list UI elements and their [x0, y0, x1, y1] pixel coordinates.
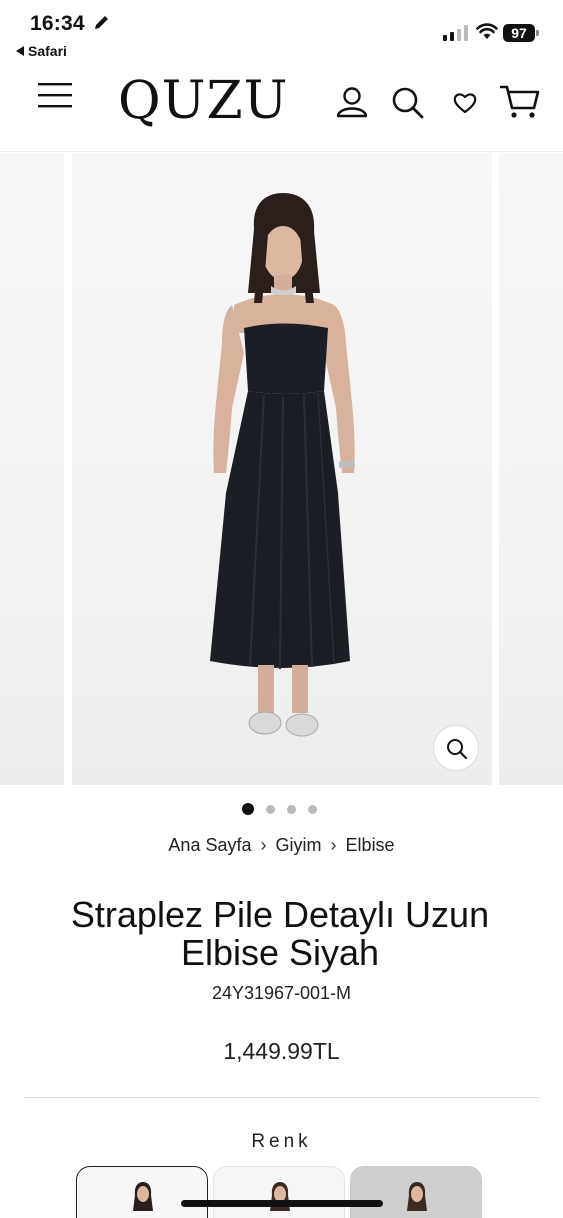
user-icon[interactable]	[336, 86, 368, 118]
breadcrumb-giyim[interactable]: Giyim	[276, 835, 322, 855]
carousel-dot-3[interactable]	[287, 804, 296, 814]
pencil-icon	[95, 16, 108, 29]
zoom-search-icon	[447, 739, 468, 760]
carousel-dot-2[interactable]	[266, 804, 275, 814]
battery-tip	[536, 30, 539, 36]
product-price: 1,449.99TL	[223, 1038, 340, 1064]
search-icon[interactable]	[391, 86, 425, 120]
gallery-prev-image[interactable]	[0, 153, 64, 785]
color-swatch-black[interactable]	[76, 1166, 208, 1218]
home-indicator[interactable]	[181, 1200, 383, 1207]
breadcrumb-separator: ›	[330, 835, 337, 855]
heart-icon[interactable]	[453, 92, 477, 114]
carousel-dot-1[interactable]	[242, 803, 254, 815]
color-section-label: Renk	[251, 1131, 312, 1152]
status-bar: 16:34 Safari 97	[0, 0, 563, 64]
breadcrumb-elbise[interactable]: Elbise	[346, 835, 395, 855]
battery-indicator: 97	[503, 24, 539, 42]
carousel-dots	[0, 801, 563, 817]
site-header: QUZU	[0, 64, 563, 152]
menu-icon[interactable]	[38, 82, 72, 108]
cart-icon[interactable]	[500, 84, 540, 120]
back-arrow-icon	[16, 46, 24, 56]
wifi-icon	[476, 23, 498, 39]
breadcrumb: Ana Sayfa › Giyim › Elbise	[0, 835, 563, 856]
back-app-label: Safari	[28, 43, 67, 59]
gallery-next-image[interactable]	[499, 153, 563, 785]
product-title: Straplez Pile Detaylı Uzun Elbise Siyah	[70, 894, 490, 973]
breadcrumb-home[interactable]: Ana Sayfa	[168, 835, 251, 855]
cellular-signal-icon	[443, 25, 468, 41]
product-sku: 24Y31967-001-M	[211, 983, 352, 1003]
back-to-app[interactable]: Safari	[16, 43, 67, 59]
gallery-main-image[interactable]	[72, 153, 492, 785]
swatch-thumbnail	[407, 1182, 427, 1211]
color-swatch-2[interactable]	[213, 1166, 345, 1218]
product-photo-model	[210, 193, 355, 737]
carousel-dot-4[interactable]	[308, 804, 317, 814]
status-time: 16:34	[30, 12, 85, 35]
zoom-button[interactable]	[433, 725, 479, 771]
color-swatch-3[interactable]	[350, 1166, 482, 1218]
battery-level: 97	[503, 24, 535, 42]
product-gallery[interactable]	[0, 153, 563, 785]
swatch-thumbnail	[133, 1182, 153, 1211]
section-divider	[24, 1097, 540, 1098]
breadcrumb-separator: ›	[260, 835, 267, 855]
brand-logo[interactable]: QUZU	[118, 66, 287, 136]
